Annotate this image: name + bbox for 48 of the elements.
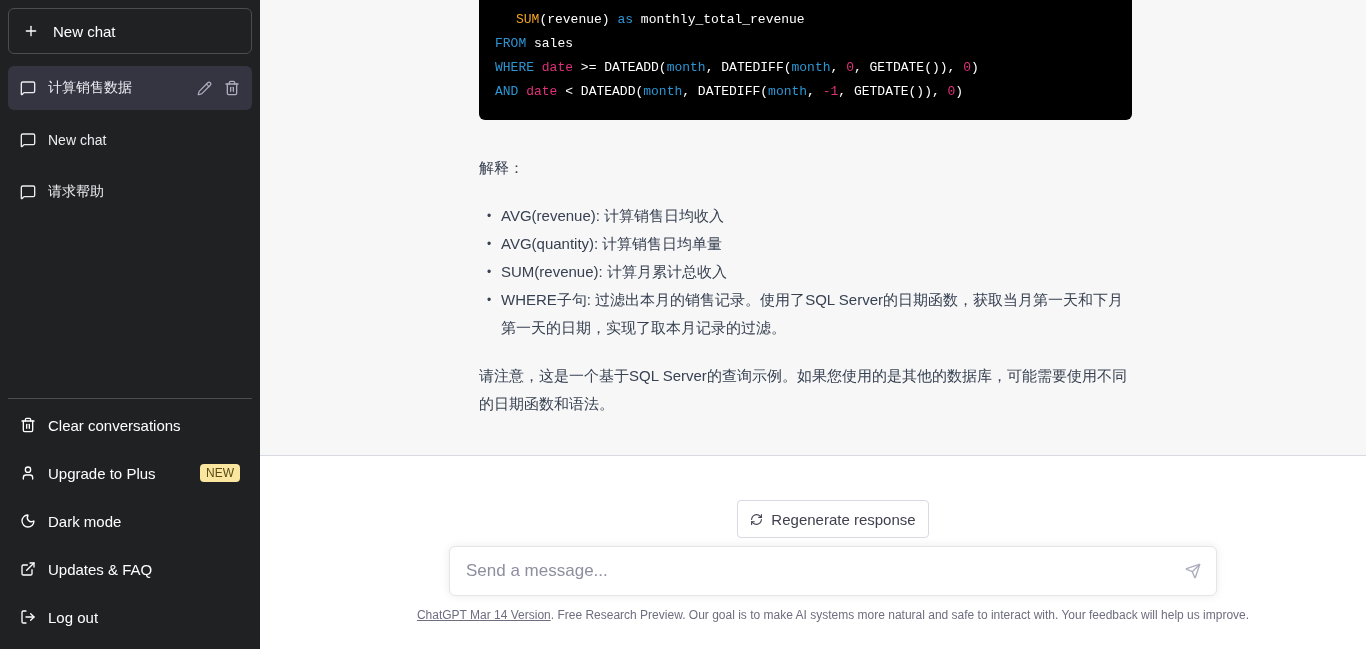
bullet-marker: •: [487, 264, 492, 281]
code-line: WHERE date >= DATEADD(month, DATEDIFF(month, 0, GETDATE()), 0): [495, 59, 980, 77]
conversation-title: 计算销售数据: [48, 79, 133, 97]
bullet-marker: •: [487, 292, 492, 309]
bullet-text: AVG(quantity): 计算销售日均单量: [501, 235, 723, 252]
conversation-item[interactable]: 计算销售数据: [8, 66, 252, 110]
message-input[interactable]: Send a message...: [449, 546, 1217, 596]
conversation-title: 请求帮助: [48, 183, 105, 201]
bullet-marker: •: [487, 236, 492, 253]
sidebar-action[interactable]: Upgrade to Plus NEW: [8, 449, 252, 497]
code-line: SUM(revenue) as monthly_total_revenue: [515, 11, 806, 29]
user-icon: [20, 465, 36, 481]
moon-icon: [20, 513, 36, 529]
chat-bubble-icon: [20, 184, 36, 200]
chat-bubble-icon: [20, 80, 36, 96]
note-paragraph: 请注意，这是一个基于SQL Server的查询示例。如果您使用的是其他的数据库，可能需要使用不同的日期函数和语法。: [479, 366, 1128, 414]
explanation-heading: 解释：: [479, 158, 525, 178]
code-line: AND date < DATEADD(month, DATEDIFF(month, -1, GETDATE()), 0): [495, 83, 965, 101]
conversation-item[interactable]: New chat: [8, 118, 252, 162]
code-line: FROM sales: [495, 35, 575, 53]
conversation-item[interactable]: 请求帮助: [8, 170, 252, 214]
sidebar-action[interactable]: Dark mode: [8, 497, 252, 545]
bullet-text: SUM(revenue): 计算月累计总收入: [501, 263, 727, 280]
logout-icon: [20, 609, 36, 625]
action-label: Dark mode: [48, 512, 122, 530]
trash-icon[interactable]: [224, 80, 240, 96]
bullet-text: AVG(revenue): 计算销售日均收入: [501, 207, 725, 224]
sidebar-action[interactable]: Updates & FAQ: [8, 545, 252, 593]
action-label: Upgrade to Plus: [48, 464, 156, 482]
new-badge: NEW: [200, 464, 240, 482]
chat-bubble-icon: [20, 132, 36, 148]
external-link-icon: [20, 561, 36, 577]
footer-text: ChatGPT Mar 14 Version. Free Research Preview. Our goal is to make AI systems more natural and safe to interact with. Your feedback will help us improve.: [416, 608, 1250, 622]
conversation-title: New chat: [48, 132, 108, 148]
regenerate-button[interactable]: Regenerate response: [737, 500, 929, 538]
edit-icon[interactable]: [197, 80, 212, 96]
action-label: Log out: [48, 608, 99, 626]
plus-icon: [23, 23, 39, 39]
action-label: Clear conversations: [48, 416, 181, 434]
trash-icon: [20, 417, 36, 433]
bullet-text: WHERE子句: 过滤出本月的销售记录。使用了SQL Server的日期函数，获取当月第一天和下月第一天的日期，实现了取本月记录的过滤。: [501, 291, 1123, 336]
version-link[interactable]: ChatGPT Mar 14 Version: [416, 608, 551, 622]
bullet-marker: •: [487, 208, 492, 225]
new-chat-button[interactable]: New chat: [8, 8, 252, 54]
sidebar-action[interactable]: Clear conversations: [8, 401, 252, 449]
sidebar-action[interactable]: Log out: [8, 593, 252, 641]
refresh-icon: [750, 512, 764, 526]
action-label: Updates & FAQ: [48, 560, 153, 578]
